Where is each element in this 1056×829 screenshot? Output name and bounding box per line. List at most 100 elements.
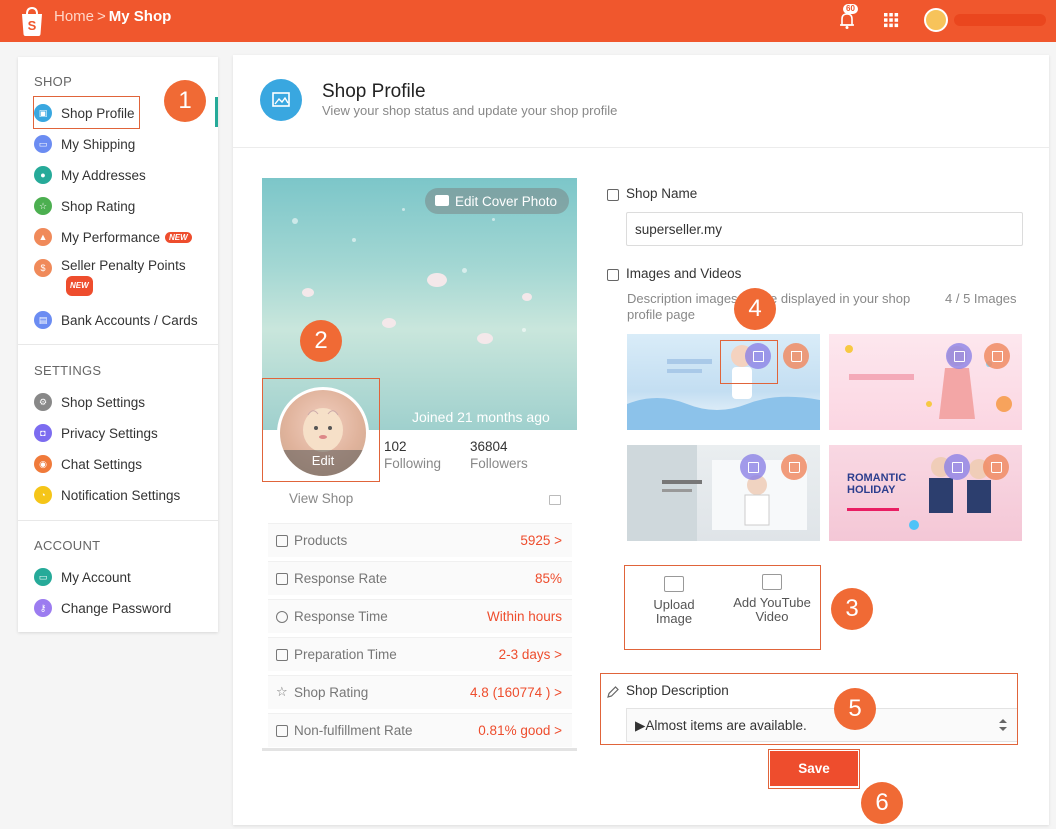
sidebar-divider [18,344,218,345]
video-icon [762,574,782,590]
image-placeholder-icon [664,576,684,592]
top-bar: S Home > My Shop 60 [0,0,1056,42]
sidebar-item-label: My Shipping [61,136,136,152]
edit-image-button[interactable] [944,454,970,480]
sidebar-item-my-performance[interactable]: ▲ My Performance NEW [34,226,192,248]
followers-label[interactable]: Followers [470,456,528,471]
add-youtube-video-label: Add YouTube Video [733,595,811,624]
sidebar-item-label: Chat Settings [61,456,143,472]
thumbnail-image-2[interactable] [829,334,1022,430]
edit-image-button[interactable] [740,454,766,480]
gear-icon: ⚙ [34,393,52,411]
stat-value: 5925 > [520,533,562,548]
stat-label: Response Rate [294,571,388,586]
stat-label: Response Time [294,609,388,624]
edit-icon [951,461,963,473]
sidebar-item-bank-accounts[interactable]: ▤ Bank Accounts / Cards [34,309,198,331]
highlight-box-edit-image [720,340,778,384]
sidebar-item-change-password[interactable]: ⚷ Change Password [34,597,171,619]
sidebar-item-label: Shop Settings [61,394,146,410]
sidebar-item-my-shipping[interactable]: ▭ My Shipping [34,133,135,155]
user-avatar[interactable] [924,8,948,32]
step-marker-2: 2 [300,320,342,362]
bell-icon: ◔ [34,486,52,504]
header-divider [233,147,1049,148]
stat-value: Within hours [486,609,562,624]
key-icon: ⚷ [34,599,52,617]
following-count: 102 [384,439,407,454]
image-count: 4 / 5 Images [945,291,1017,306]
step-marker-1: 1 [164,80,206,122]
step-marker-6: 6 [861,782,903,824]
sidebar-item-label: My Performance [61,229,161,245]
penalty-icon: $ [34,259,52,277]
delete-image-button[interactable] [783,343,809,369]
sidebar-item-my-account[interactable]: ▭ My Account [34,566,131,588]
sidebar-item-seller-penalty-points[interactable]: $ Seller Penalty Points NEW [34,257,186,296]
thumbnail-text-romantic: ROMANTIC [847,472,907,484]
stat-row-preparation-time[interactable]: Preparation Time 2-3 days > [268,637,572,671]
trash-icon [790,350,802,362]
new-tag: NEW [66,276,93,296]
svg-text:S: S [28,18,37,33]
breadcrumb-home[interactable]: Home [54,8,94,25]
shopee-bag-icon[interactable]: S [18,5,46,37]
edit-cover-photo-label: Edit Cover Photo [455,193,558,209]
shop-stats-card: View Shop Products 5925 > Response Rate … [262,483,577,751]
sidebar-item-chat-settings[interactable]: ◉ Chat Settings [34,453,142,475]
edit-image-button[interactable] [946,343,972,369]
thumbnail-text-holiday: HOLIDAY [847,484,896,496]
sidebar-section-account: ACCOUNT [34,538,101,553]
stat-row-shop-rating[interactable]: ☆ Shop Rating 4.8 (160774 ) > [268,675,572,709]
joined-text: Joined 21 months ago [412,409,550,425]
shop-name-label: Shop Name [626,186,698,201]
stat-row-response-time: Response Time Within hours [268,599,572,633]
trash-icon [991,350,1003,362]
delete-image-button[interactable] [781,454,807,480]
delete-image-button[interactable] [983,454,1009,480]
view-shop-link[interactable]: View Shop [289,491,353,506]
username-blurred[interactable] [954,14,1046,26]
star-icon: ☆ [276,684,288,699]
truck-icon [276,649,288,661]
stat-value: 2-3 days > [498,647,562,662]
edit-cover-photo-button[interactable]: Edit Cover Photo [425,188,570,214]
thumbnail-image-4[interactable]: ROMANTIC HOLIDAY [829,445,1022,541]
stat-label: Products [294,533,348,548]
active-indicator [215,97,218,127]
stat-row-response-rate: Response Rate 85% [268,561,572,595]
step-marker-5: 5 [834,688,876,730]
sidebar-item-my-addresses[interactable]: ● My Addresses [34,164,146,186]
chart-icon: ▲ [34,228,52,246]
stat-row-non-fulfillment-rate[interactable]: Non-fulfillment Rate 0.81% good > [268,713,572,747]
thumbnail-image-3[interactable] [627,445,820,541]
sidebar-section-settings: SETTINGS [34,363,102,378]
upload-image-button[interactable]: Upload Image [639,566,709,651]
monitor-icon [549,495,561,505]
location-pin-icon: ● [34,166,52,184]
following-label[interactable]: Following [384,456,441,471]
sidebar-item-label: Notification Settings [61,487,181,503]
sidebar-item-privacy-settings[interactable]: ◘ Privacy Settings [34,422,158,444]
breadcrumb: Home > My Shop [54,8,171,25]
highlight-box-save [768,749,860,789]
sidebar-item-label: Bank Accounts / Cards [61,312,198,328]
chat-icon: ◉ [34,455,52,473]
card-icon: ▤ [34,311,52,329]
sidebar-item-shop-settings[interactable]: ⚙ Shop Settings [34,391,145,413]
sidebar-item-shop-rating[interactable]: ☆ Shop Rating [34,195,135,217]
shop-name-input[interactable] [626,212,1023,246]
add-youtube-video-button[interactable]: Add YouTube Video [729,566,815,651]
apps-grid-icon[interactable] [880,9,902,31]
delete-image-button[interactable] [984,343,1010,369]
chat-bubble-icon [276,573,288,585]
camera-icon [435,195,449,206]
edit-icon [747,461,759,473]
highlight-box-description [600,673,1018,745]
stat-value: 4.8 (160774 ) > [470,685,562,700]
truck-icon: ▭ [34,135,52,153]
sidebar-item-label: Seller Penalty Points [61,258,186,273]
sidebar-item-notification-settings[interactable]: ◔ Notification Settings [34,484,180,506]
stat-row-products[interactable]: Products 5925 > [268,523,572,557]
step-marker-4: 4 [734,288,776,330]
